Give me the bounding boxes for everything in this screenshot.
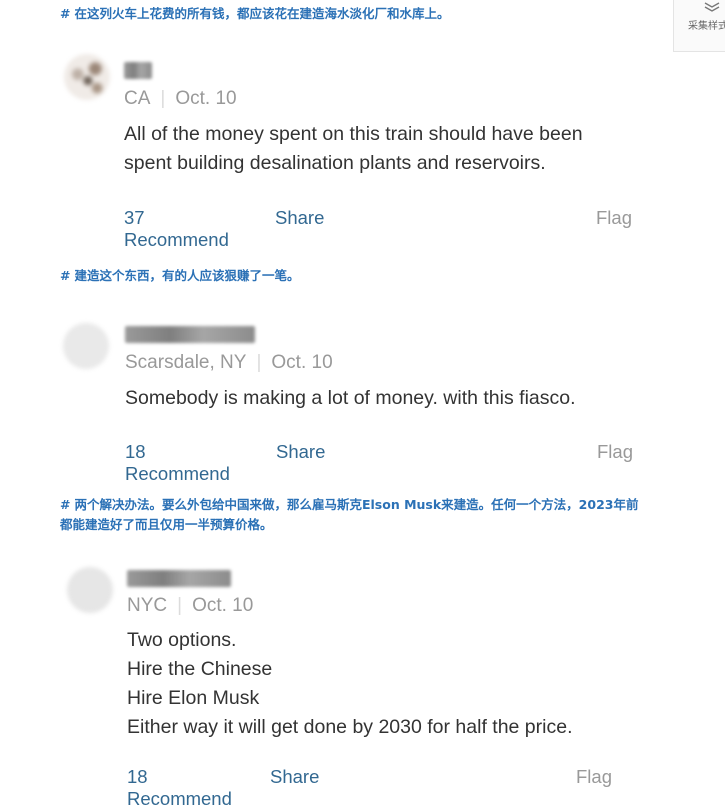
layers-icon [704, 2, 720, 12]
avatar [67, 567, 113, 613]
comment-body-line: Hire the Chinese [127, 658, 273, 680]
comment-body-line: Somebody is making a lot of money. with … [125, 387, 576, 409]
comment-meta: Scarsdale, NY | Oct. 10 [125, 352, 333, 374]
comment-body: All of the money spent on this train sho… [124, 120, 624, 178]
annotation-text: 在这列火车上花费的所有钱，都应该花在建造海水淡化厂和水库上。 [74, 6, 450, 21]
comment-body-line: Either way it will get done by 2030 for … [127, 716, 573, 738]
share-button[interactable]: Share [270, 766, 319, 788]
flag-button[interactable]: Flag [596, 207, 632, 229]
hash-mark: # [60, 497, 71, 512]
comment-meta: CA | Oct. 10 [124, 88, 237, 110]
comment-date: Oct. 10 [192, 595, 254, 616]
avatar [64, 54, 110, 100]
comment-date: Oct. 10 [271, 352, 333, 373]
username[interactable]: ██████████ [125, 326, 255, 343]
flag-button[interactable]: Flag [576, 766, 612, 788]
flag-button[interactable]: Flag [597, 441, 633, 463]
share-button[interactable]: Share [275, 207, 324, 229]
comment-body-line: Two options. [127, 629, 237, 651]
collect-style-tool[interactable]: 采集样式 [673, 0, 725, 52]
comment-body-line: All of the money spent on this train sho… [124, 123, 583, 174]
comment-meta: NYC | Oct. 10 [127, 595, 253, 617]
annotation-note-2: # 建造这个东西，有的人应该狠赚了一笔。 [60, 266, 650, 286]
annotation-note-1: # 在这列火车上花费的所有钱，都应该花在建造海水淡化厂和水库上。 [60, 4, 650, 24]
annotation-text: 建造这个东西，有的人应该狠赚了一笔。 [74, 268, 300, 283]
comment-location: NYC [127, 595, 168, 616]
hash-mark: # [60, 268, 71, 283]
share-button[interactable]: Share [276, 441, 325, 463]
recommend-button[interactable]: 37 Recommend [124, 207, 229, 251]
hash-mark: # [60, 6, 71, 21]
annotation-text: 两个解决办法。要么外包给中国来做，那么雇马斯克Elson Musk来建造。任何一… [60, 497, 639, 532]
collect-style-label: 采集样式 [688, 21, 725, 32]
username[interactable]: ███ ██████ [127, 570, 231, 587]
comment-body: Two options. Hire the Chinese Hire Elon … [127, 626, 627, 742]
comment-body: Somebody is making a lot of money. with … [125, 384, 625, 413]
annotation-note-3: # 两个解决办法。要么外包给中国来做，那么雇马斯克Elson Musk来建造。任何… [60, 495, 645, 535]
username[interactable]: ███ [124, 62, 152, 79]
recommend-button[interactable]: 18 Recommend [127, 766, 232, 810]
avatar [63, 323, 109, 369]
comment-date: Oct. 10 [175, 88, 237, 109]
meta-divider: | [177, 595, 183, 616]
comment-body-line: Hire Elon Musk [127, 687, 260, 709]
recommend-button[interactable]: 18 Recommend [125, 441, 230, 485]
meta-divider: | [256, 352, 262, 373]
meta-divider: | [160, 88, 166, 109]
comment-location: CA [124, 88, 151, 109]
comment-location: Scarsdale, NY [125, 352, 247, 373]
